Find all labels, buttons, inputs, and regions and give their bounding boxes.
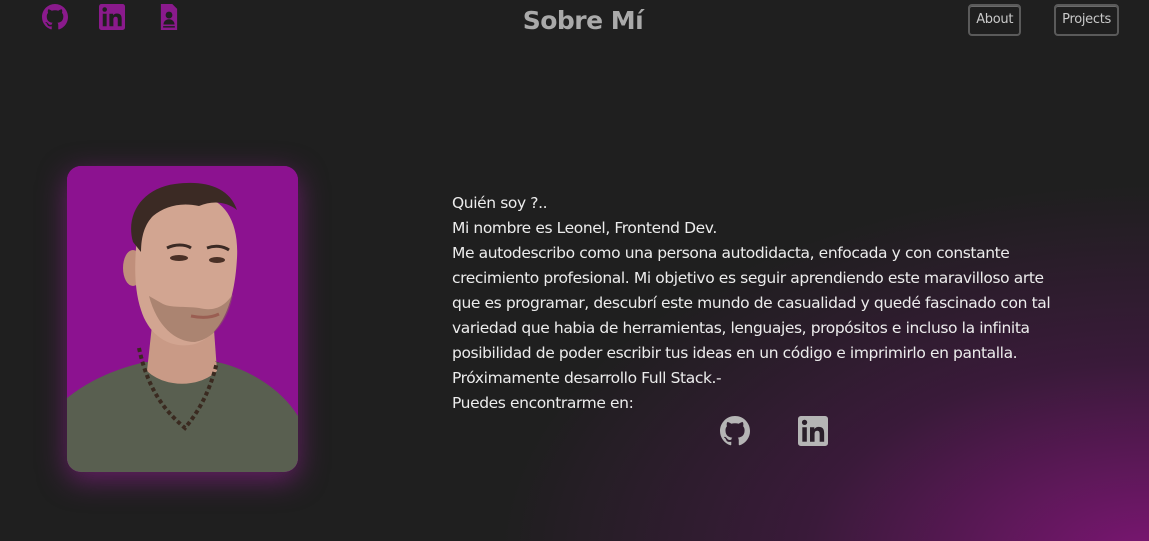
bio-text: Quién soy ?.. Mi nombre es Leonel, Front… — [452, 191, 1092, 416]
top-nav: About Projects — [968, 4, 1119, 36]
bio-line: Mi nombre es Leonel, Frontend Dev. — [452, 219, 717, 237]
nav-about-button[interactable]: About — [968, 4, 1022, 36]
bio-line: variedad que habia de herramientas, leng… — [452, 319, 1030, 337]
bio-line: que es programar, descubrí este mundo de… — [452, 294, 1051, 312]
bio-line: Próximamente desarrollo Full Stack.- — [452, 369, 722, 387]
linkedin-icon[interactable] — [798, 416, 828, 446]
bio-line: Me autodescribo como una persona autodid… — [452, 244, 1010, 262]
nav-projects-button[interactable]: Projects — [1054, 4, 1119, 36]
profile-photo — [67, 166, 298, 472]
bio-social-links — [720, 416, 828, 446]
bio-line: crecimiento profesional. Mi objetivo es … — [452, 269, 1044, 287]
bio-line: posibilidad de poder escribir tus ideas … — [452, 344, 1018, 362]
bio-line: Puedes encontrarme en: — [452, 394, 634, 412]
bio-line: Quién soy ?.. — [452, 194, 548, 212]
github-icon[interactable] — [720, 416, 750, 446]
